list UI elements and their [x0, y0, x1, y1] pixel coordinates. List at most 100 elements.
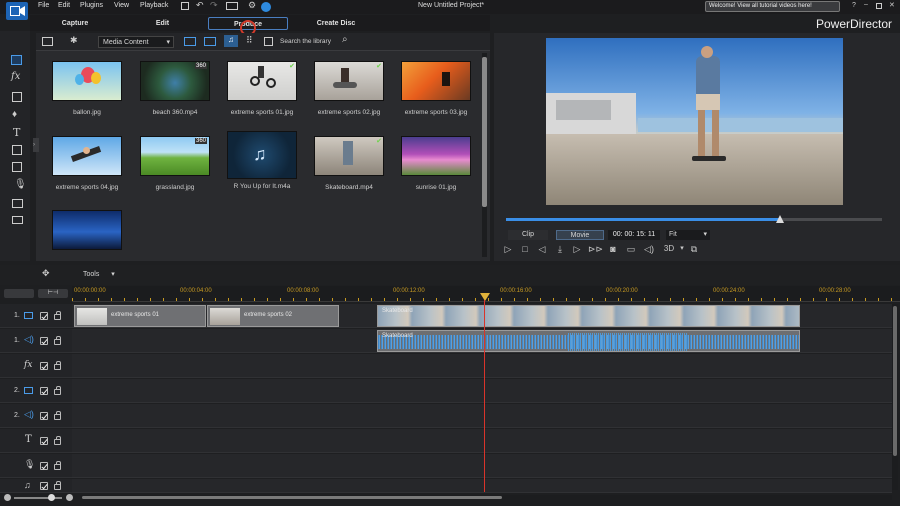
chevron-down-icon[interactable]: ▾	[676, 243, 688, 255]
fit-timeline-icon[interactable]: ⊢⊣	[38, 289, 68, 298]
lock-icon[interactable]	[54, 461, 61, 470]
track-enable-checkbox[interactable]	[40, 437, 48, 445]
playhead-marker[interactable]	[480, 293, 490, 301]
media-item[interactable]: ✔ extreme sports 01.jpg	[227, 61, 297, 116]
media-item[interactable]: 360 grassland.jpg	[140, 136, 210, 191]
video-track-1[interactable]: extreme sports 01 extreme sports 02 Skat…	[72, 304, 892, 328]
restore-icon[interactable]	[876, 3, 882, 9]
scrubber-handle[interactable]	[776, 215, 785, 223]
timecode-display[interactable]: 00: 00: 15: 11	[608, 230, 660, 240]
menu-playback[interactable]: Playback	[140, 2, 168, 9]
zoom-slider[interactable]	[14, 494, 62, 501]
image-filter-icon[interactable]	[204, 37, 216, 46]
media-item[interactable]: 360 beach 360.mp4	[140, 61, 210, 116]
menu-plugins[interactable]: Plugins	[80, 2, 103, 9]
search-icon[interactable]: ⌕	[342, 34, 348, 45]
fit-select[interactable]: Fit ▾	[666, 230, 710, 240]
previous-frame-icon[interactable]: ◁	[536, 243, 548, 255]
zoom-icon[interactable]: 3D	[661, 243, 677, 255]
stop-icon[interactable]: □	[519, 243, 531, 255]
lock-icon[interactable]	[54, 386, 61, 395]
video-track-2[interactable]	[72, 379, 892, 403]
media-item[interactable]: extreme sports 03.jpg	[401, 61, 471, 116]
media-item[interactable]	[52, 210, 122, 258]
audio-filter-icon[interactable]: ♫	[224, 35, 238, 47]
undock-icon[interactable]: ⧉	[688, 243, 700, 255]
tab-edit[interactable]: Edit	[140, 17, 185, 30]
library-scrollbar[interactable]	[482, 53, 487, 257]
redo-icon[interactable]: ↷	[210, 0, 218, 11]
tools-menu[interactable]: Tools ▾	[83, 270, 115, 278]
close-icon[interactable]: ✕	[889, 1, 895, 9]
timeline-clip[interactable]: extreme sports 02	[207, 305, 339, 327]
chapter-room-icon[interactable]	[12, 199, 23, 208]
subtitle-icon[interactable]: ▭	[625, 243, 637, 255]
voiceover-icon[interactable]: 🎙	[14, 179, 27, 190]
fx-room-icon[interactable]: fx	[11, 71, 20, 82]
media-item[interactable]: ♫ R You Up for It.m4a	[227, 131, 297, 190]
download-icon[interactable]: ⤓	[554, 243, 566, 255]
track-enable-checkbox[interactable]	[40, 312, 48, 320]
layout-icon[interactable]	[226, 2, 238, 10]
timeline-clip[interactable]: extreme sports 01	[74, 305, 206, 327]
audio-track-2[interactable]	[72, 404, 892, 428]
audio-mixing-icon[interactable]	[12, 162, 22, 172]
collapse-panel-handle[interactable]: ›	[33, 138, 39, 152]
transition-room-icon[interactable]	[12, 145, 22, 155]
media-room-icon[interactable]	[11, 55, 22, 65]
movie-mode-button[interactable]: Movie	[556, 230, 604, 240]
media-item[interactable]: ✔ extreme sports 02.jpg	[314, 61, 384, 116]
media-item[interactable]: sunrise 01.jpg	[401, 136, 471, 191]
track-manager-icon[interactable]	[4, 289, 34, 298]
track-enable-checkbox[interactable]	[40, 362, 48, 370]
snapshot-icon[interactable]: ◙	[607, 243, 619, 255]
move-icon[interactable]: ✥	[42, 268, 50, 279]
lock-icon[interactable]	[54, 481, 61, 490]
lock-icon[interactable]	[54, 436, 61, 445]
notification-banner[interactable]: Welcome! View all tutorial videos here!	[705, 1, 840, 12]
help-icon[interactable]: ?	[852, 2, 856, 9]
lock-icon[interactable]	[54, 336, 61, 345]
voice-track[interactable]	[72, 454, 892, 478]
pip-room-icon[interactable]	[12, 92, 22, 102]
media-filter-select[interactable]: Media Content ▾	[98, 36, 174, 48]
play-icon[interactable]: ▷	[502, 243, 514, 255]
title-track[interactable]	[72, 429, 892, 453]
undo-icon[interactable]: ↶	[196, 0, 204, 11]
clip-mode-button[interactable]: Clip	[508, 230, 548, 240]
track-enable-checkbox[interactable]	[40, 412, 48, 420]
plugin-icon[interactable]: ✱	[70, 35, 78, 46]
track-enable-checkbox[interactable]	[40, 337, 48, 345]
save-icon[interactable]	[181, 2, 189, 10]
lock-icon[interactable]	[54, 411, 61, 420]
lock-icon[interactable]	[54, 311, 61, 320]
music-track[interactable]	[72, 479, 892, 493]
particle-room-icon[interactable]: ♦	[12, 109, 17, 120]
tab-capture[interactable]: Capture	[50, 17, 100, 30]
tab-create-disc[interactable]: Create Disc	[306, 17, 366, 30]
title-room-icon[interactable]: T	[13, 126, 20, 139]
volume-icon[interactable]: ◁)	[643, 243, 655, 255]
menu-view[interactable]: View	[114, 2, 129, 9]
track-enable-checkbox[interactable]	[40, 387, 48, 395]
fx-track[interactable]	[72, 354, 892, 378]
zoom-in-icon[interactable]	[66, 494, 73, 501]
media-item[interactable]: extreme sports 04.jpg	[52, 136, 122, 191]
import-icon[interactable]	[42, 37, 53, 46]
lock-icon[interactable]	[54, 361, 61, 370]
timeline-clip[interactable]: Skateboard	[377, 305, 800, 327]
menu-file[interactable]: File	[38, 2, 49, 9]
timeline-horizontal-scrollbar[interactable]	[80, 495, 892, 500]
track-enable-checkbox[interactable]	[40, 482, 48, 490]
timeline-vertical-scrollbar[interactable]	[892, 304, 898, 490]
minimize-icon[interactable]: –	[864, 1, 868, 8]
gear-icon[interactable]: ⚙	[248, 0, 256, 11]
search-input[interactable]: Search the library	[280, 38, 331, 45]
preview-scrubber[interactable]	[506, 215, 882, 223]
fast-forward-icon[interactable]: ⊳⊳	[588, 243, 603, 255]
expand-icon[interactable]	[264, 37, 273, 46]
track-enable-checkbox[interactable]	[40, 462, 48, 470]
audio-clip[interactable]: Skateboard	[377, 330, 800, 352]
media-item[interactable]: ✔ Skateboard.mp4	[314, 136, 384, 191]
upgrade-icon[interactable]	[261, 2, 271, 12]
